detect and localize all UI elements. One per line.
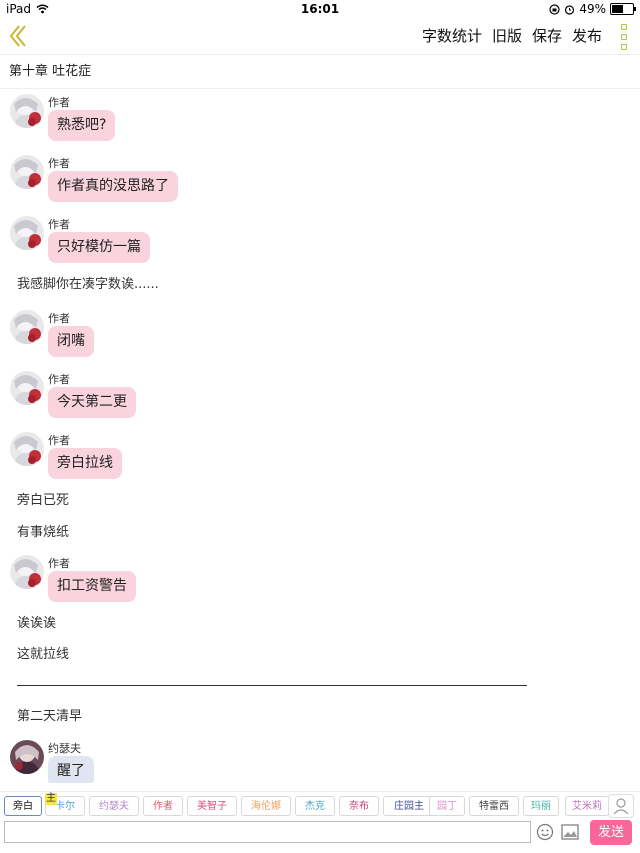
avatar (10, 740, 44, 774)
character-chip[interactable]: 约瑟夫 (89, 796, 139, 816)
narration-text[interactable]: 诶诶诶 (17, 612, 56, 631)
nav-bar: 字数统计 旧版 保存 发布 (0, 18, 640, 55)
protagonist-badge: 主 (45, 793, 57, 805)
alarm-icon (565, 4, 575, 15)
status-right: 49% (549, 2, 636, 16)
status-bar: iPad 16:01 49% (0, 0, 640, 18)
message-bubble[interactable]: 闭嘴 (48, 326, 94, 357)
speaker-name: 作者 (48, 557, 70, 570)
speaker-name: 约瑟夫 (48, 742, 81, 755)
avatar (10, 555, 44, 589)
character-chip[interactable]: 作者 (143, 796, 183, 816)
avatar (10, 432, 44, 466)
battery-icon (610, 3, 636, 15)
character-chip[interactable]: 海伦娜 (241, 796, 291, 816)
orientation-lock-icon (549, 3, 560, 15)
avatar (10, 310, 44, 344)
message-bubble[interactable]: 旁白拉线 (48, 448, 122, 479)
narration-text[interactable]: 旁白已死 (17, 489, 69, 508)
emoji-icon[interactable] (536, 823, 554, 841)
narration-text[interactable]: 有事烧纸 (17, 521, 69, 540)
message-bubble[interactable]: 熟悉吧? (48, 110, 116, 141)
speaker-name: 作者 (48, 312, 70, 325)
word-count-button[interactable]: 字数统计 (422, 25, 482, 46)
message-input[interactable] (4, 821, 531, 843)
nav-actions: 字数统计 旧版 保存 发布 (422, 25, 602, 46)
character-chip[interactable]: 杰克 (295, 796, 335, 816)
narration-text[interactable]: 这就拉线 (17, 643, 69, 662)
narration-text[interactable]: 第二天清早 (17, 705, 82, 724)
character-chip[interactable]: 艾米莉 (565, 796, 609, 816)
character-chip[interactable]: 园丁 (429, 796, 465, 816)
more-menu-icon[interactable] (621, 24, 631, 50)
add-character-icon[interactable] (608, 794, 634, 818)
character-chip[interactable]: 玛丽 (523, 796, 559, 816)
scene-divider (17, 685, 527, 686)
narration-text[interactable]: 我感脚你在凑字数诶...... (17, 273, 159, 292)
speaker-name: 作者 (48, 96, 70, 109)
speaker-name: 作者 (48, 218, 70, 231)
message-bubble[interactable]: 扣工资警告 (48, 571, 136, 602)
message-bubble[interactable]: 醒了 (48, 756, 94, 783)
avatar (10, 371, 44, 405)
message-bubble[interactable]: 只好模仿一篇 (48, 232, 150, 263)
back-chevron-icon[interactable] (6, 22, 30, 50)
message-bubble[interactable]: 作者真的没思路了 (48, 171, 178, 202)
character-chip[interactable]: 特雷西 (469, 796, 519, 816)
avatar (10, 216, 44, 250)
message-feed[interactable]: 作者 熟悉吧? 作者 作者真的没思路了 作者 只好模仿一篇 我感脚你在凑字数诶...... 作… (0, 90, 640, 783)
speaker-name: 作者 (48, 157, 70, 170)
avatar (10, 155, 44, 189)
character-chip[interactable]: 旁白 (4, 796, 42, 816)
publish-button[interactable]: 发布 (572, 25, 602, 46)
send-button[interactable]: 发送 (590, 820, 632, 845)
save-button[interactable]: 保存 (532, 25, 562, 46)
chapter-title: 第十章 吐花症 (0, 55, 640, 89)
image-icon[interactable] (561, 824, 579, 840)
status-time: 16:01 (300, 2, 340, 16)
character-chip[interactable]: 庄园主 (383, 796, 435, 816)
speaker-name: 作者 (48, 373, 70, 386)
avatar (10, 94, 44, 128)
message-bubble[interactable]: 今天第二更 (48, 387, 136, 418)
old-version-button[interactable]: 旧版 (492, 25, 522, 46)
battery-percent: 49% (579, 2, 606, 16)
character-chip[interactable]: 奈布 (339, 796, 379, 816)
speaker-name: 作者 (48, 434, 70, 447)
character-chip[interactable]: 美智子 (187, 796, 237, 816)
input-row: 发送 (0, 818, 640, 853)
